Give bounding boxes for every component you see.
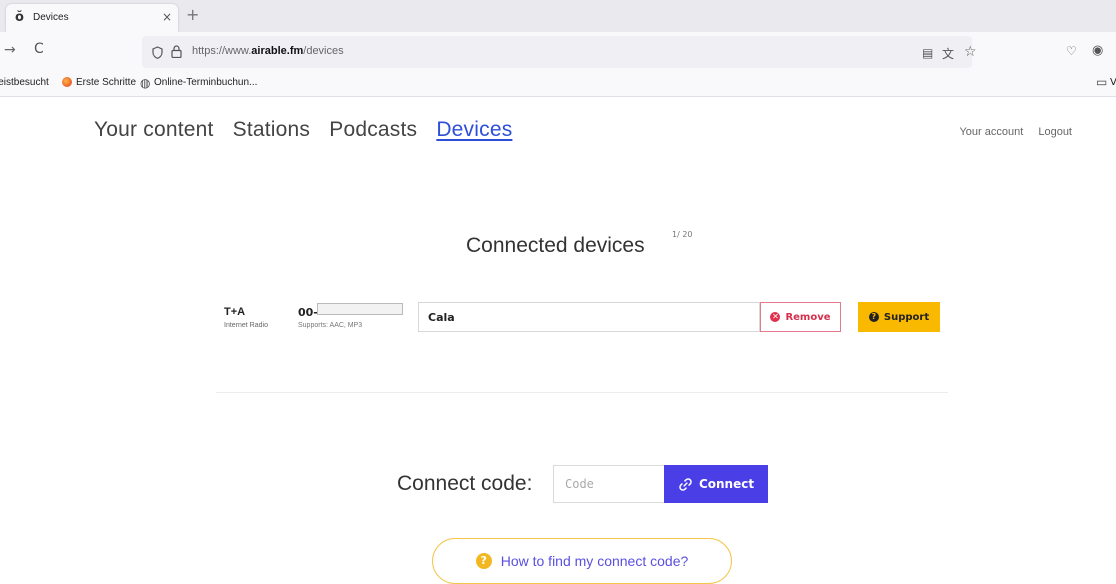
connect-code-label: Connect code: — [397, 472, 533, 495]
support-button[interactable]: ? Support — [858, 302, 940, 332]
tab-devices[interactable]: ŏ Devices × — [6, 4, 178, 32]
connect-code-input[interactable] — [553, 465, 664, 503]
pocket-icon[interactable]: ♡ — [1066, 44, 1077, 58]
your-account-link[interactable]: Your account — [959, 126, 1023, 138]
account-links: Your account Logout — [947, 126, 1072, 138]
firefox-icon — [62, 77, 72, 87]
device-count-badge: 1/ 20 — [672, 230, 693, 239]
device-name-input[interactable] — [418, 302, 760, 332]
connect-label: Connect — [698, 477, 755, 491]
remove-icon: ✕ — [770, 312, 781, 322]
reload-icon[interactable]: C — [34, 41, 44, 57]
url-domain: airable.fm — [251, 45, 304, 57]
link-icon — [679, 477, 692, 491]
device-type: Internet Radio — [224, 322, 268, 329]
bookmark-online-booking[interactable]: Online-Terminbuchun... — [154, 77, 257, 88]
nav-podcasts[interactable]: Podcasts — [329, 118, 417, 141]
device-supports: Supports: AAC, MP3 — [298, 322, 363, 329]
tab-title: Devices — [33, 12, 69, 23]
tab-bar: ŏ Devices × + — [0, 0, 1116, 32]
nav-devices[interactable]: Devices — [436, 118, 512, 141]
support-label: Support — [883, 311, 930, 323]
globe-icon: ◍ — [140, 76, 151, 90]
url-text[interactable]: https://www.airable.fm/devices — [192, 45, 344, 57]
url-bar[interactable]: https://www.airable.fm/devices ▤ 文 ☆ — [142, 36, 977, 68]
find-connect-code-button[interactable]: ? How to find my connect code? — [432, 538, 732, 584]
remove-device-button[interactable]: ✕ Remove — [760, 302, 841, 332]
find-connect-code-label: How to find my connect code? — [500, 553, 689, 569]
bookmarks-toolbar: leistbesucht Erste Schritte ◍ Online-Ter… — [0, 72, 1116, 97]
page-title: Connected devices — [466, 234, 645, 257]
main-nav: Your content Stations Podcasts Devices — [94, 118, 526, 142]
forward-icon[interactable]: → — [4, 42, 16, 58]
section-divider — [216, 392, 948, 393]
translate-icon[interactable]: 文 — [942, 45, 954, 62]
new-tab-icon[interactable]: + — [186, 5, 199, 24]
url-path: /devices — [303, 45, 344, 57]
bookmark-folder-label[interactable]: V — [1110, 77, 1116, 88]
airable-favicon-icon: ŏ — [15, 10, 24, 25]
device-brand: T+A — [224, 306, 246, 318]
star-icon[interactable]: ☆ — [964, 44, 977, 60]
device-id: 00- — [298, 306, 318, 319]
nav-stations[interactable]: Stations — [233, 118, 310, 141]
remove-label: Remove — [785, 311, 831, 323]
connect-button[interactable]: Connect — [664, 465, 768, 503]
device-id-redaction — [317, 303, 403, 315]
question-icon: ? — [475, 553, 492, 569]
nav-your-content[interactable]: Your content — [94, 118, 214, 141]
shield-icon[interactable] — [152, 46, 163, 59]
device-row: T+A Internet Radio 00- Supports: AAC, MP… — [224, 300, 944, 334]
help-circle-icon: ? — [868, 312, 879, 322]
account-icon[interactable]: ◉ — [1092, 43, 1103, 58]
bookmark-most-visited[interactable]: leistbesucht — [0, 77, 49, 88]
folder-icon[interactable]: ▭ — [1096, 75, 1107, 89]
logout-link[interactable]: Logout — [1038, 126, 1072, 138]
navigation-toolbar: → C https://www.airable.fm/devices ▤ 文 ☆… — [0, 32, 1116, 72]
bookmark-getting-started[interactable]: Erste Schritte — [76, 77, 136, 88]
reader-view-icon[interactable]: ▤ — [922, 46, 933, 60]
lock-icon[interactable] — [171, 45, 182, 58]
close-icon[interactable]: × — [162, 10, 172, 24]
url-prefix: https://www. — [192, 45, 252, 57]
